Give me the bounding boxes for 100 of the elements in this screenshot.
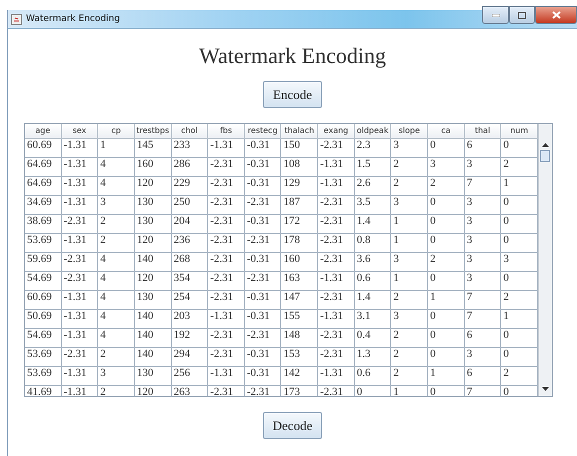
table-cell: -2.31 [318,215,355,234]
table-cell: -2.31 [208,272,245,291]
table-cell: 236 [172,234,208,253]
table-cell: 0.4 [354,329,392,348]
table-cell: 3 [391,253,428,272]
table-cell: -1.31 [318,177,355,196]
table-cell: 130 [134,291,172,310]
table-cell: -2.31 [244,196,282,215]
table-cell: 54.69 [25,272,62,291]
encode-button[interactable]: Encode [263,81,322,108]
table-cell: -0.31 [244,177,282,196]
table-cell: 0.6 [354,367,392,386]
table-cell: 2 [391,177,428,196]
table-cell: 153 [281,348,318,367]
table-cell: 3 [464,234,502,253]
table-cell: 0.6 [354,272,392,291]
column-header[interactable]: age [25,124,62,139]
table-cell: 120 [134,234,172,253]
table-cell: 129 [281,177,318,196]
column-header[interactable]: slope [391,124,428,139]
table-cell: 4 [98,158,135,177]
table-cell: -2.31 [62,215,98,234]
table-cell: -1.31 [318,367,355,386]
table-cell: 4 [98,291,135,310]
table-cell: 0.8 [354,234,392,253]
table-cell: -2.31 [318,291,355,310]
table-cell: 1.5 [354,158,392,177]
table-cell: -2.31 [318,386,355,396]
table-cell: 4 [98,177,135,196]
table-cell: 1.4 [354,291,392,310]
table-cell: 2 [98,234,135,253]
close-button[interactable] [535,6,577,24]
column-header[interactable]: ca [428,124,465,139]
table-cell: 2 [428,253,465,272]
table-cell: -2.31 [62,348,98,367]
table-cell: 1 [391,272,428,291]
table-cell: 172 [281,215,318,234]
column-header[interactable]: trestbps [134,124,172,139]
table-cell: -2.31 [318,139,355,158]
table-cell: 233 [172,139,208,158]
table-cell: 286 [172,158,208,177]
column-header[interactable]: exang [318,124,355,139]
table-cell: 7 [464,177,502,196]
minimize-icon [492,14,500,16]
table-cell: 53.69 [25,348,62,367]
table-cell: -1.31 [62,386,98,396]
table-cell: 7 [464,386,502,396]
table-cell: 3 [391,139,428,158]
table-cell: -1.31 [62,329,98,348]
decode-button[interactable]: Decode [262,412,322,439]
column-header[interactable]: chol [172,124,208,139]
table-cell: -1.31 [62,177,98,196]
table-cell: -2.31 [318,253,355,272]
table-cell: -2.31 [244,386,282,396]
scrollbar[interactable] [538,124,552,396]
table-cell: 0 [354,386,392,396]
table-cell: 160 [281,253,318,272]
column-header[interactable]: restecg [244,124,282,139]
table-cell: -2.31 [208,177,245,196]
maximize-icon [518,12,526,18]
table-cell: 1.3 [354,348,392,367]
table-cell: 3 [464,158,502,177]
column-header[interactable]: sex [62,124,98,139]
column-header[interactable]: fbs [208,124,245,139]
column-header[interactable]: num [501,124,538,139]
table-cell: 142 [281,367,318,386]
column-header[interactable]: thal [464,124,502,139]
table-cell: 0 [428,272,465,291]
table-cell: 1.4 [354,215,392,234]
table-cell: -0.31 [244,310,282,329]
table-cell: -1.31 [62,310,98,329]
table-cell: -2.31 [244,329,282,348]
column-header[interactable]: oldpeak [354,124,392,139]
table-cell: -2.31 [208,291,245,310]
table-cell: 34.69 [25,196,62,215]
table-cell: -2.31 [318,329,355,348]
minimize-button[interactable] [482,6,509,24]
table-cell: 3 [391,310,428,329]
column-header[interactable]: thalach [281,124,318,139]
table-cell: -2.31 [208,386,245,396]
scrollbar-thumb[interactable] [540,150,550,162]
table-cell: 2 [428,177,465,196]
table-cell: 0 [428,348,465,367]
table-cell: 0 [428,386,465,396]
table-cell: -2.31 [208,234,245,253]
table-cell: -0.31 [244,348,282,367]
table-cell: 1 [98,139,135,158]
table-cell: 120 [134,177,172,196]
table-cell: 3.5 [354,196,392,215]
table-cell: 2 [391,367,428,386]
table-cell: -2.31 [208,196,245,215]
table-cell: 178 [281,234,318,253]
table-cell: 2 [391,291,428,310]
table-cell: -1.31 [208,139,245,158]
table-cell: -1.31 [62,196,98,215]
table-cell: 187 [281,196,318,215]
column-header[interactable]: cp [98,124,135,139]
table-cell: 0 [428,139,465,158]
maximize-button[interactable] [509,6,535,24]
table-cell: 108 [281,158,318,177]
